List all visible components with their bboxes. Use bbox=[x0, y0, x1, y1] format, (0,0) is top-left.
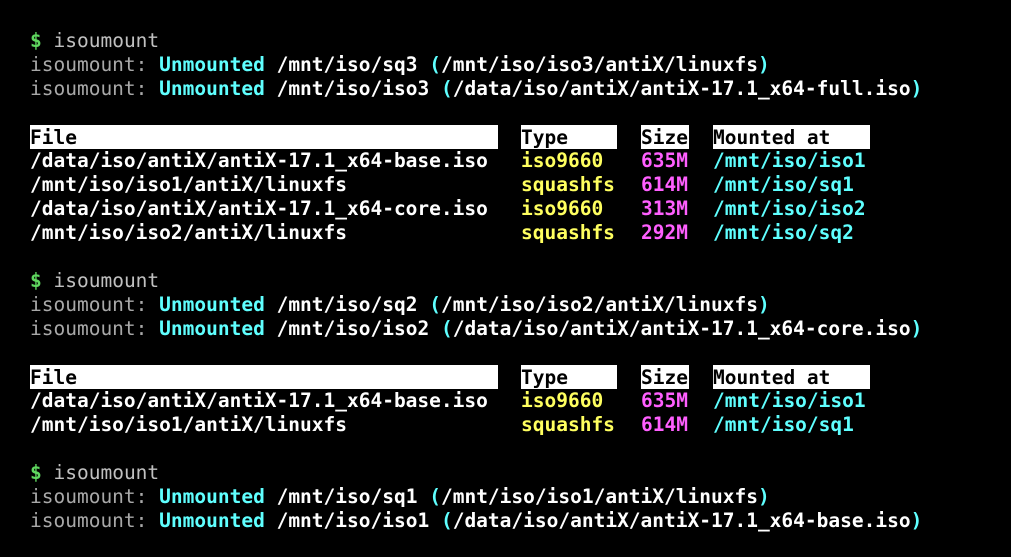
source-path: /data/iso/antiX/antiX-17.1_x64-core.iso bbox=[452, 317, 911, 340]
command-line: $ isoumount bbox=[30, 269, 1000, 293]
table-row: /mnt/iso/iso2/antiX/linuxfs squashfs 292… bbox=[30, 221, 1000, 245]
header-mounted-at: Mounted at bbox=[713, 365, 870, 389]
header-size: Size bbox=[641, 365, 689, 389]
status-text: Unmounted bbox=[159, 485, 265, 508]
tool-name: isoumount: bbox=[30, 53, 148, 76]
source-path: /mnt/iso/iso1/antiX/linuxfs bbox=[440, 485, 758, 508]
cell-mounted-at: /mnt/iso/sq1 bbox=[713, 173, 854, 196]
target-path: /mnt/iso/iso3 bbox=[276, 77, 430, 100]
cell-file: /data/iso/antiX/antiX-17.1_x64-base.iso bbox=[30, 389, 488, 412]
status-text: Unmounted bbox=[159, 509, 265, 532]
cell-type: squashfs bbox=[521, 221, 615, 244]
header-file: File bbox=[30, 125, 498, 149]
prompt-symbol: $ bbox=[30, 29, 42, 52]
cell-file: /data/iso/antiX/antiX-17.1_x64-base.iso bbox=[30, 149, 488, 172]
table-header: File Type Size Mounted at bbox=[30, 125, 1000, 149]
cell-file: /data/iso/antiX/antiX-17.1_x64-core.iso bbox=[30, 197, 488, 220]
cell-type: iso9660 bbox=[521, 197, 604, 220]
target-path: /mnt/iso/iso1 bbox=[276, 509, 430, 532]
unmount-message: isoumount: Unmounted /mnt/iso/iso3 (/dat… bbox=[30, 77, 923, 100]
cell-size: 635M bbox=[641, 149, 688, 172]
cell-type: iso9660 bbox=[521, 389, 604, 412]
header-size: Size bbox=[641, 125, 689, 149]
source-path: /data/iso/antiX/antiX-17.1_x64-base.iso bbox=[452, 509, 911, 532]
cell-size: 292M bbox=[641, 221, 688, 244]
target-path: /mnt/iso/iso2 bbox=[276, 317, 430, 340]
cell-file: /mnt/iso/iso1/antiX/linuxfs bbox=[30, 413, 347, 436]
source-path: /data/iso/antiX/antiX-17.1_x64-full.iso bbox=[452, 77, 911, 100]
unmount-message: isoumount: Unmounted /mnt/iso/sq3 (/mnt/… bbox=[30, 53, 770, 76]
unmount-message: isoumount: Unmounted /mnt/iso/sq1 (/mnt/… bbox=[30, 485, 770, 508]
command-line: $ isoumount bbox=[30, 461, 1000, 485]
source-path: /mnt/iso/iso2/antiX/linuxfs bbox=[440, 293, 758, 316]
unmount-message: isoumount: Unmounted /mnt/iso/iso1 (/dat… bbox=[30, 509, 923, 532]
unmount-message: isoumount: Unmounted /mnt/iso/iso2 (/dat… bbox=[30, 317, 923, 340]
source-path: /mnt/iso/iso3/antiX/linuxfs bbox=[440, 53, 758, 76]
command-text: isoumount bbox=[53, 269, 160, 292]
status-text: Unmounted bbox=[159, 293, 265, 316]
target-path: /mnt/iso/sq1 bbox=[276, 485, 418, 508]
header-mounted-at: Mounted at bbox=[713, 125, 870, 149]
header-type: Type bbox=[521, 365, 617, 389]
table-row: /mnt/iso/iso1/antiX/linuxfs squashfs 614… bbox=[30, 413, 1000, 437]
cell-file: /mnt/iso/iso2/antiX/linuxfs bbox=[30, 221, 347, 244]
cell-mounted-at: /mnt/iso/iso2 bbox=[713, 197, 866, 220]
status-text: Unmounted bbox=[159, 317, 265, 340]
tool-name: isoumount: bbox=[30, 317, 148, 340]
cell-size: 614M bbox=[641, 173, 688, 196]
status-text: Unmounted bbox=[159, 77, 265, 100]
status-text: Unmounted bbox=[159, 53, 265, 76]
command-text: isoumount bbox=[53, 29, 160, 52]
terminal-output[interactable]: $ isoumount isoumount: Unmounted /mnt/is… bbox=[30, 29, 1000, 533]
cell-mounted-at: /mnt/iso/sq1 bbox=[713, 413, 854, 436]
cell-type: iso9660 bbox=[521, 149, 604, 172]
cell-size: 614M bbox=[641, 413, 688, 436]
table-row: /data/iso/antiX/antiX-17.1_x64-base.iso … bbox=[30, 149, 1000, 173]
table-row: /data/iso/antiX/antiX-17.1_x64-core.iso … bbox=[30, 197, 1000, 221]
target-path: /mnt/iso/sq3 bbox=[276, 53, 418, 76]
unmount-message: isoumount: Unmounted /mnt/iso/sq2 (/mnt/… bbox=[30, 293, 770, 316]
cell-type: squashfs bbox=[521, 413, 615, 436]
table-row: /mnt/iso/iso1/antiX/linuxfs squashfs 614… bbox=[30, 173, 1000, 197]
tool-name: isoumount: bbox=[30, 77, 148, 100]
header-file: File bbox=[30, 365, 498, 389]
command-line: $ isoumount bbox=[30, 29, 1000, 53]
cell-type: squashfs bbox=[521, 173, 615, 196]
cell-file: /mnt/iso/iso1/antiX/linuxfs bbox=[30, 173, 347, 196]
table-row: /data/iso/antiX/antiX-17.1_x64-base.iso … bbox=[30, 389, 1000, 413]
command-text: isoumount bbox=[53, 461, 160, 484]
cell-mounted-at: /mnt/iso/iso1 bbox=[713, 389, 866, 412]
tool-name: isoumount: bbox=[30, 293, 148, 316]
table-header: File Type Size Mounted at bbox=[30, 365, 1000, 389]
cell-mounted-at: /mnt/iso/iso1 bbox=[713, 149, 866, 172]
cell-mounted-at: /mnt/iso/sq2 bbox=[713, 221, 854, 244]
cell-size: 313M bbox=[641, 197, 688, 220]
cell-size: 635M bbox=[641, 389, 688, 412]
header-type: Type bbox=[521, 125, 617, 149]
prompt-symbol: $ bbox=[30, 461, 42, 484]
tool-name: isoumount: bbox=[30, 509, 148, 532]
target-path: /mnt/iso/sq2 bbox=[276, 293, 418, 316]
tool-name: isoumount: bbox=[30, 485, 148, 508]
prompt-symbol: $ bbox=[30, 269, 42, 292]
